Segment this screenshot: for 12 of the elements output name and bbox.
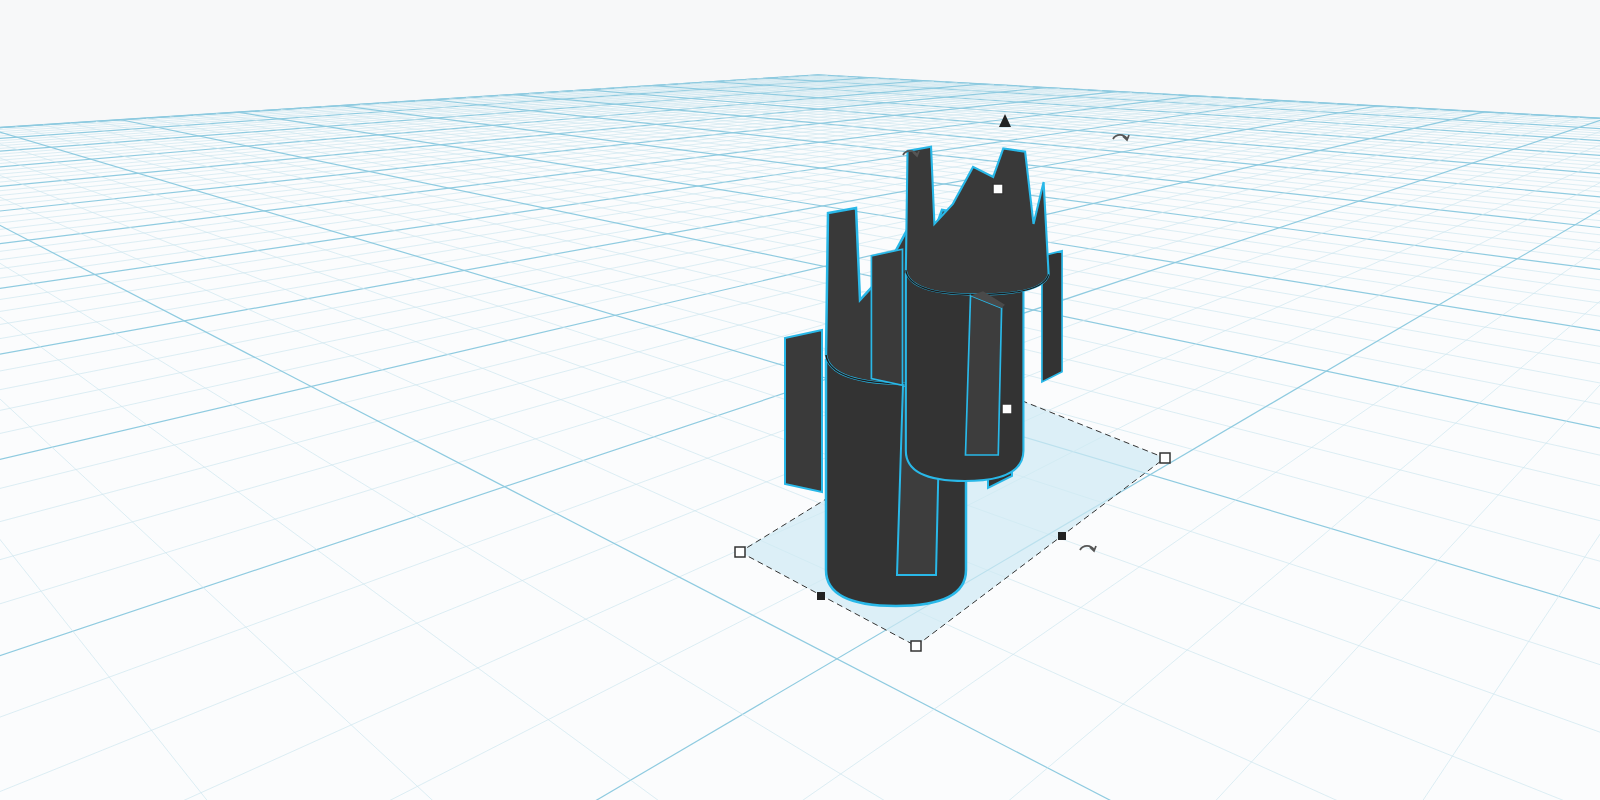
- resize-handle[interactable]: [817, 592, 825, 600]
- triangle-icon[interactable]: [999, 114, 1011, 127]
- rotate-arrow-icon[interactable]: [902, 150, 920, 157]
- resize-handle[interactable]: [734, 546, 746, 558]
- resize-handle[interactable]: [1159, 452, 1171, 464]
- resize-handle[interactable]: [992, 183, 1004, 195]
- rotate-arrow-icon[interactable]: [1112, 134, 1130, 141]
- crown-shape-drawing[interactable]: [870, 145, 1063, 483]
- rotate-arrow-icon[interactable]: [1079, 545, 1097, 552]
- resize-handle[interactable]: [1001, 403, 1013, 415]
- resize-handle[interactable]: [910, 640, 922, 652]
- resize-handle[interactable]: [1058, 532, 1066, 540]
